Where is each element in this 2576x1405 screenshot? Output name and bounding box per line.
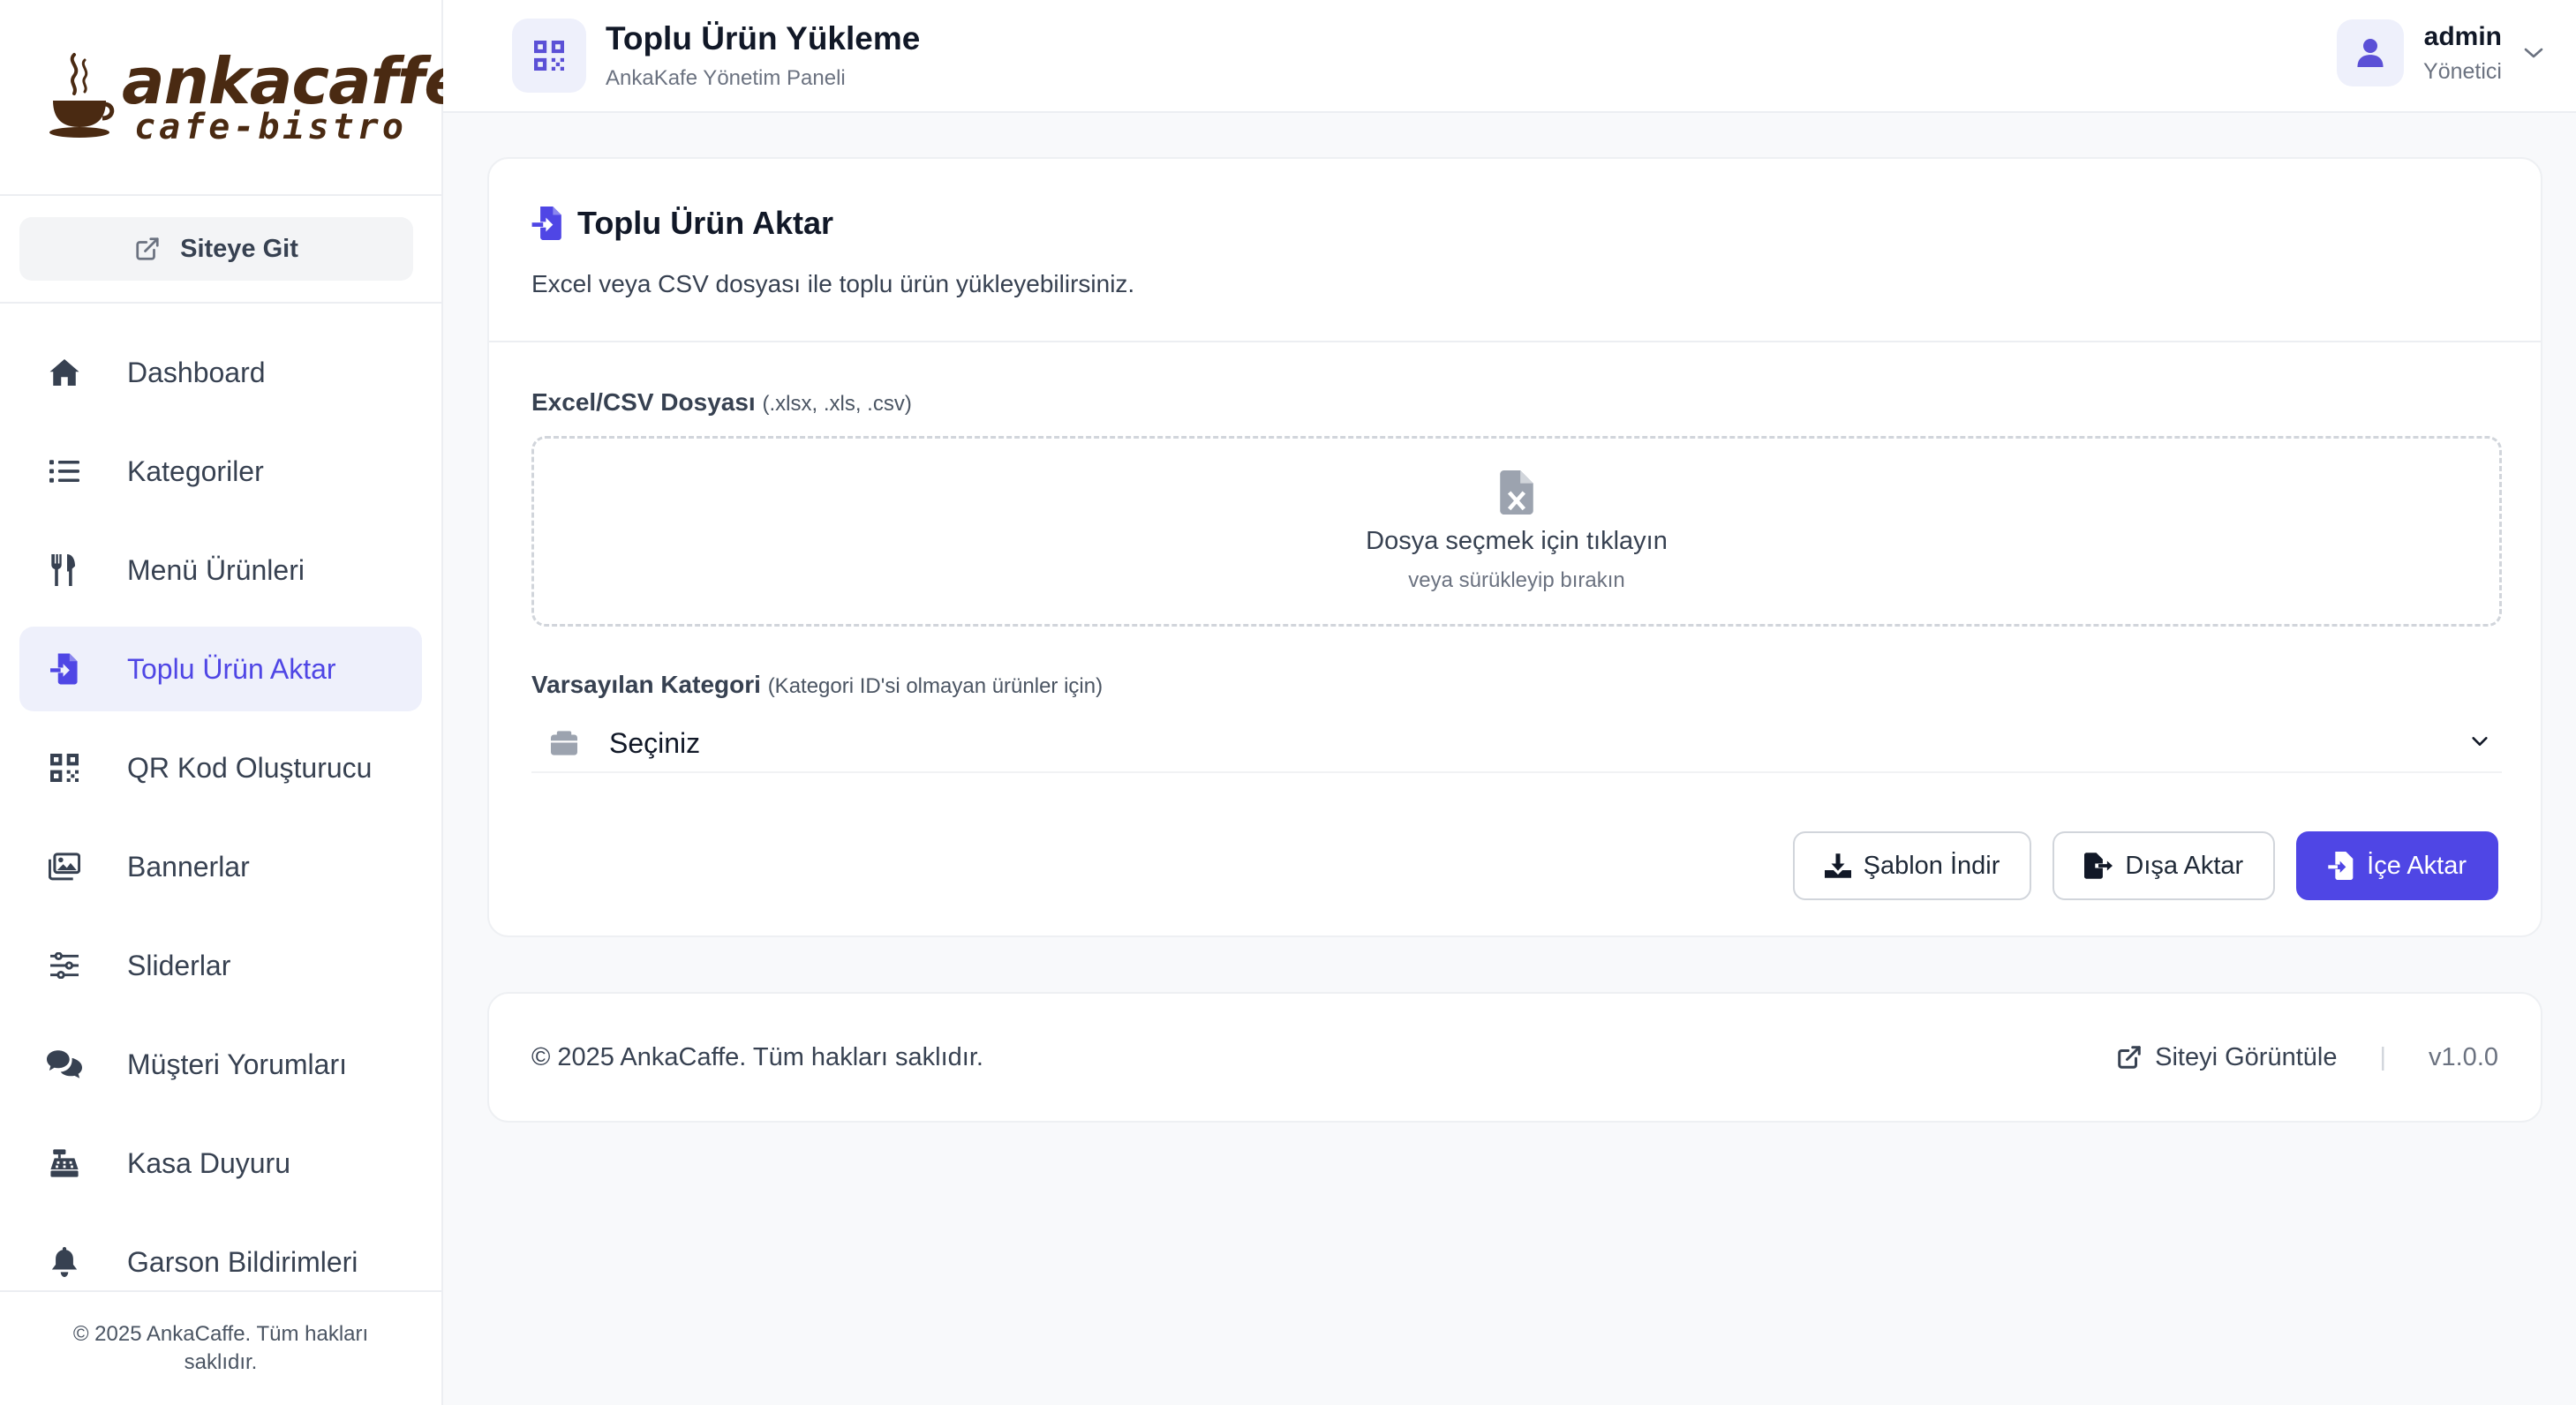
sidebar-item-label: Dashboard <box>127 356 266 388</box>
sliders-icon <box>46 952 83 979</box>
category-select-value: Seçiniz <box>609 726 701 759</box>
sidebar-item-label: Sliderlar <box>127 949 231 981</box>
sidebar-item-bulk-import[interactable]: Toplu Ürün Aktar <box>19 627 422 711</box>
category-hint: (Kategori ID'si olmayan ürünler için) <box>767 674 1103 698</box>
export-button[interactable]: Dışa Aktar <box>2053 831 2276 900</box>
download-template-label: Şablon İndir <box>1863 851 2000 880</box>
file-import-icon <box>2328 852 2354 880</box>
top-header: Toplu Ürün Yükleme AnkaKafe Yönetim Pane… <box>443 0 2576 113</box>
coffee-cup-icon <box>48 49 117 146</box>
card-title: Toplu Ürün Aktar <box>577 205 833 241</box>
user-menu[interactable]: admin Yönetici <box>2337 19 2544 86</box>
go-to-site-label: Siteye Git <box>180 234 298 263</box>
brand-logo[interactable]: ankacaffe cafe-bistro <box>48 49 467 146</box>
external-link-icon <box>134 236 161 262</box>
images-icon <box>46 853 83 881</box>
sidebar-item-categories[interactable]: Kategoriler <box>19 429 422 514</box>
file-import-icon <box>46 653 83 685</box>
folder-icon <box>551 731 577 755</box>
file-label: Excel/CSV Dosyası <box>531 388 756 416</box>
dropzone-subtitle: veya sürükleyip bırakın <box>1408 567 1625 592</box>
sidebar-item-cash-announcement[interactable]: Kasa Duyuru <box>19 1121 422 1206</box>
import-button[interactable]: İçe Aktar <box>2296 831 2498 900</box>
home-icon <box>46 357 83 387</box>
cash-register-icon <box>46 1149 83 1177</box>
sidebar-item-label: Müşteri Yorumları <box>127 1048 347 1080</box>
chevron-down-icon[interactable] <box>2523 46 2544 60</box>
sidebar-item-sliders[interactable]: Sliderlar <box>19 923 422 1008</box>
category-label: Varsayılan Kategori <box>531 671 761 698</box>
page-subtitle: AnkaKafe Yönetim Paneli <box>606 66 846 90</box>
comments-icon <box>46 1049 83 1079</box>
user-name: admin <box>2423 21 2502 51</box>
list-icon <box>46 458 83 485</box>
bulk-import-card: Toplu Ürün Aktar Excel veya CSV dosyası … <box>487 157 2542 937</box>
card-title-row: Toplu Ürün Aktar <box>531 205 2541 242</box>
sidebar-item-menu-products[interactable]: Menü Ürünleri <box>19 528 422 612</box>
footer-divider: | <box>2379 1042 2386 1071</box>
chevron-down-icon <box>2470 734 2489 748</box>
default-category-select[interactable]: Seçiniz <box>531 715 2502 773</box>
sidebar-item-label: Kategoriler <box>127 455 264 487</box>
export-label: Dışa Aktar <box>2125 851 2244 880</box>
sidebar-item-label: Toplu Ürün Aktar <box>127 652 336 685</box>
logo-area: ankacaffe cafe-bistro <box>0 0 467 196</box>
page-footer: © 2025 AnkaCaffe. Tüm hakları saklıdır. … <box>487 992 2542 1123</box>
download-icon <box>1824 853 1851 878</box>
external-link-icon <box>2116 1044 2143 1071</box>
sidebar-item-label: Kasa Duyuru <box>127 1146 290 1179</box>
page-title: Toplu Ürün Yükleme <box>606 20 921 56</box>
view-site-link[interactable]: Siteyi Görüntüle <box>2155 1043 2337 1072</box>
qrcode-icon <box>46 754 83 782</box>
sidebar: ankacaffe cafe-bistro Siteye Git Dashboa… <box>0 0 467 1405</box>
card-description: Excel veya CSV dosyası ile toplu ürün yü… <box>531 270 1135 297</box>
sidebar-item-label: QR Kod Oluşturucu <box>127 751 373 784</box>
utensils-icon <box>46 554 83 586</box>
file-export-icon <box>2084 853 2113 879</box>
category-field-label: Varsayılan Kategori (Kategori ID'si olma… <box>531 671 1103 699</box>
sidebar-item-qr-generator[interactable]: QR Kod Oluşturucu <box>19 725 422 810</box>
footer-copyright: © 2025 AnkaCaffe. Tüm hakları saklıdır. <box>531 1042 983 1071</box>
action-buttons: Şablon İndir Dışa Aktar İçe Aktar <box>1772 831 2498 900</box>
sidebar-item-dashboard[interactable]: Dashboard <box>19 330 422 415</box>
sidebar-footer: © 2025 AnkaCaffe. Tüm hakları saklıdır. <box>0 1290 441 1405</box>
avatar <box>2337 19 2405 86</box>
dropzone-title: Dosya seçmek için tıklayın <box>1366 526 1668 555</box>
sidebar-item-banners[interactable]: Bannerlar <box>19 824 422 909</box>
import-label: İçe Aktar <box>2367 851 2467 880</box>
qrcode-icon <box>512 19 586 93</box>
sidebar-item-label: Garson Bildirimleri <box>127 1245 358 1278</box>
bell-icon <box>46 1247 83 1277</box>
sidebar-nav: Dashboard Kategoriler Menü Ürünleri Topl… <box>0 304 441 1379</box>
user-role: Yönetici <box>2423 58 2502 84</box>
file-dropzone[interactable]: Dosya seçmek için tıklayın veya sürükley… <box>531 436 2502 627</box>
app-version: v1.0.0 <box>2429 1042 2498 1071</box>
file-import-icon <box>531 207 563 240</box>
sidebar-item-label: Bannerlar <box>127 850 250 883</box>
download-template-button[interactable]: Şablon İndir <box>1792 831 2032 900</box>
sidebar-item-customer-reviews[interactable]: Müşteri Yorumları <box>19 1022 422 1107</box>
file-excel-icon <box>1500 470 1533 515</box>
file-field-label: Excel/CSV Dosyası (.xlsx, .xls, .csv) <box>531 388 912 417</box>
go-to-site-button[interactable]: Siteye Git <box>19 217 413 281</box>
file-hint: (.xlsx, .xls, .csv) <box>762 392 912 416</box>
sidebar-item-label: Menü Ürünleri <box>127 553 305 586</box>
